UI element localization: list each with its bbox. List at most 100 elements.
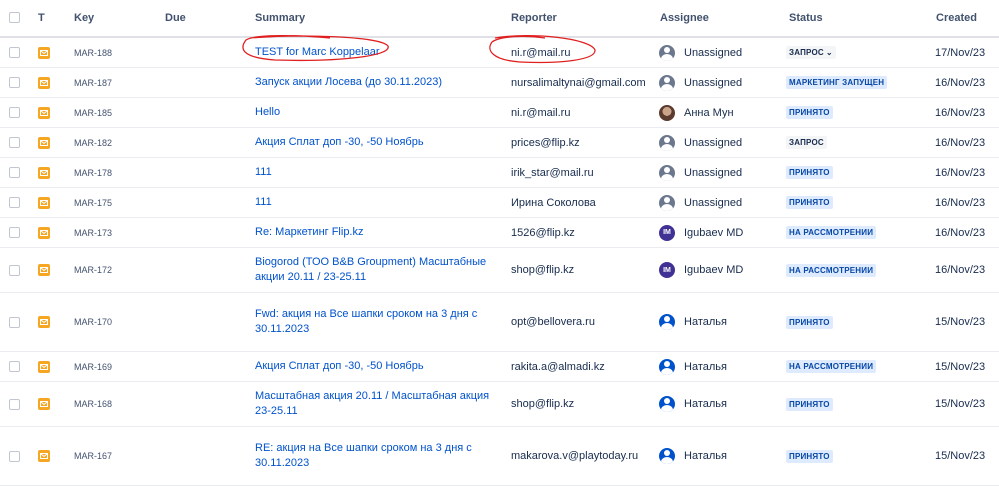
issue-key-link[interactable]: MAR-170	[74, 317, 112, 327]
reporter-name: makarova.v@playtoday.ru	[511, 450, 639, 462]
issue-summary-link[interactable]: 111	[255, 195, 490, 210]
status-label: ПРИНЯТО	[789, 317, 830, 327]
select-all-checkbox[interactable]	[9, 12, 20, 26]
email-request-icon	[38, 450, 50, 462]
issue-key-link[interactable]: MAR-173	[74, 228, 112, 238]
issue-summary-link[interactable]: RE: акция на Все шапки сроком на 3 дня с…	[255, 441, 490, 471]
chevron-down-icon[interactable]: ⌄	[826, 48, 833, 57]
issue-key-link[interactable]: MAR-188	[74, 48, 112, 58]
email-request-icon	[38, 46, 50, 59]
table-row[interactable]: MAR-185 Hello ni.r@mail.ru Анна Мун ПРИНЯТО 1…	[0, 98, 999, 128]
issue-key-link[interactable]: MAR-169	[74, 362, 112, 372]
table-row[interactable]: MAR-170 Fwd: акция на Все шапки сроком на…	[0, 293, 999, 352]
issue-summary-link[interactable]: Запуск акции Лосева (до 30.11.2023)	[255, 75, 490, 90]
created-date: 15/Nov/23	[935, 398, 986, 410]
user-avatar-icon	[659, 448, 675, 464]
column-header-summary[interactable]: Summary	[255, 12, 305, 24]
created-date: 16/Nov/23	[935, 76, 986, 89]
row-checkbox[interactable]	[9, 107, 20, 118]
issue-key-link[interactable]: MAR-167	[74, 451, 112, 461]
assignee-name: Unassigned	[684, 166, 743, 179]
status-label: ПРИНЯТО	[789, 168, 830, 177]
column-header-reporter[interactable]: Reporter	[511, 12, 557, 24]
created-date: 16/Nov/23	[935, 106, 986, 119]
table-row[interactable]: MAR-167 RE: акция на Все шапки сроком на …	[0, 427, 999, 486]
issue-key-link[interactable]: MAR-172	[74, 265, 112, 275]
unassigned-avatar-icon	[659, 164, 675, 181]
row-checkbox[interactable]	[9, 227, 20, 238]
status-badge[interactable]: ПРИНЯТО	[786, 397, 833, 411]
issues-table: T Key Due Summary Reporter Assignee Stat…	[0, 0, 999, 486]
table-row[interactable]: MAR-173 Re: Маркетинг Flip.kz 1526@flip.kz…	[0, 218, 999, 248]
row-checkbox[interactable]	[9, 316, 20, 328]
table-row[interactable]: MAR-175 111 Ирина Соколова Unassigned ПРИНЯТ…	[0, 188, 999, 218]
table-row[interactable]: MAR-169 Акция Сплат доп -30, -50 Ноябрь ra…	[0, 352, 999, 382]
table-row[interactable]: MAR-172 Biogorod (ТОО B&B Groupment) Масш…	[0, 248, 999, 293]
status-badge[interactable]: ПРИНЯТО	[786, 449, 833, 463]
issue-summary-link[interactable]: Масштабная акция 20.11 / Масштабная акци…	[255, 389, 490, 419]
email-request-icon	[38, 316, 50, 328]
row-checkbox[interactable]	[9, 77, 20, 88]
table-row[interactable]: MAR-187 Запуск акции Лосева (до 30.11.202…	[0, 68, 999, 98]
table-row[interactable]: MAR-188 TEST for Marc Koppelaar ni.r@mail.…	[0, 38, 999, 68]
assignee-name: Наталья	[684, 360, 727, 373]
column-header-type[interactable]: T	[38, 12, 45, 24]
issue-summary-link[interactable]: Biogorod (ТОО B&B Groupment) Масштабные …	[255, 255, 490, 285]
table-row[interactable]: MAR-182 Акция Сплат доп -30, -50 Ноябрь pr…	[0, 128, 999, 158]
status-badge[interactable]: НА РАССМОТРЕНИИ	[786, 226, 877, 239]
email-request-icon	[38, 196, 50, 209]
reporter-name: Ирина Соколова	[511, 196, 596, 209]
user-avatar-icon	[659, 358, 675, 375]
status-badge[interactable]: ЗАПРОС	[786, 136, 827, 149]
row-checkbox[interactable]	[9, 361, 20, 372]
issue-key-link[interactable]: MAR-185	[74, 108, 112, 118]
row-checkbox[interactable]	[9, 450, 20, 462]
reporter-name: 1526@flip.kz	[511, 226, 575, 239]
issue-key-link[interactable]: MAR-175	[74, 198, 112, 208]
created-date: 16/Nov/23	[935, 264, 986, 276]
table-row[interactable]: MAR-178 111 irik_star@mail.ru Unassigned ПРИ…	[0, 158, 999, 188]
status-badge[interactable]: ЗАПРОС ⌄	[786, 46, 836, 59]
issue-summary-link[interactable]: Акция Сплат доп -30, -50 Ноябрь	[255, 359, 490, 374]
row-checkbox[interactable]	[9, 137, 20, 148]
status-label: НА РАССМОТРЕНИИ	[789, 362, 874, 371]
status-badge[interactable]: НА РАССМОТРЕНИИ	[786, 360, 877, 373]
assignee-name: Unassigned	[684, 196, 743, 209]
issue-key-link[interactable]: MAR-178	[74, 168, 112, 178]
issue-summary-link[interactable]: Акция Сплат доп -30, -50 Ноябрь	[255, 135, 490, 150]
status-label: НА РАССМОТРЕНИИ	[789, 265, 874, 275]
status-badge[interactable]: МАРКЕТИНГ ЗАПУЩЕН	[786, 76, 888, 89]
issue-key-link[interactable]: MAR-187	[74, 78, 112, 88]
assignee-name: Igubaev MD	[684, 264, 744, 276]
status-badge[interactable]: ПРИНЯТО	[786, 166, 833, 179]
status-badge[interactable]: НА РАССМОТРЕНИИ	[786, 263, 877, 277]
email-request-icon	[38, 398, 50, 410]
column-header-assignee[interactable]: Assignee	[660, 12, 709, 24]
status-badge[interactable]: ПРИНЯТО	[786, 315, 833, 329]
status-badge[interactable]: ПРИНЯТО	[786, 196, 833, 209]
reporter-name: shop@flip.kz	[511, 264, 575, 276]
row-checkbox[interactable]	[9, 197, 20, 208]
row-checkbox[interactable]	[9, 47, 20, 58]
issue-summary-link[interactable]: Fwd: акция на Все шапки сроком на 3 дня …	[255, 307, 490, 337]
issue-key-link[interactable]: MAR-168	[74, 399, 112, 409]
created-date: 15/Nov/23	[935, 360, 986, 373]
row-checkbox[interactable]	[9, 264, 20, 276]
issue-key-link[interactable]: MAR-182	[74, 138, 112, 148]
table-row[interactable]: MAR-168 Масштабная акция 20.11 / Масштабн…	[0, 382, 999, 427]
column-header-status[interactable]: Status	[789, 12, 823, 24]
column-header-due[interactable]: Due	[165, 12, 186, 24]
column-header-created[interactable]: Created	[936, 12, 977, 24]
row-checkbox[interactable]	[9, 398, 20, 410]
issue-summary-link[interactable]: 111	[255, 165, 490, 180]
issue-summary-link[interactable]: Hello	[255, 105, 490, 120]
status-badge[interactable]: ПРИНЯТО	[786, 106, 833, 119]
column-header-key[interactable]: Key	[74, 12, 94, 24]
assignee-name: Наталья	[684, 316, 727, 328]
row-checkbox[interactable]	[9, 167, 20, 178]
assignee-name: Unassigned	[684, 136, 743, 149]
created-date: 16/Nov/23	[935, 166, 986, 179]
issue-summary-link[interactable]: Re: Маркетинг Flip.kz	[255, 225, 490, 240]
reporter-name: irik_star@mail.ru	[511, 166, 594, 179]
issue-summary-link[interactable]: TEST for Marc Koppelaar	[255, 45, 490, 60]
